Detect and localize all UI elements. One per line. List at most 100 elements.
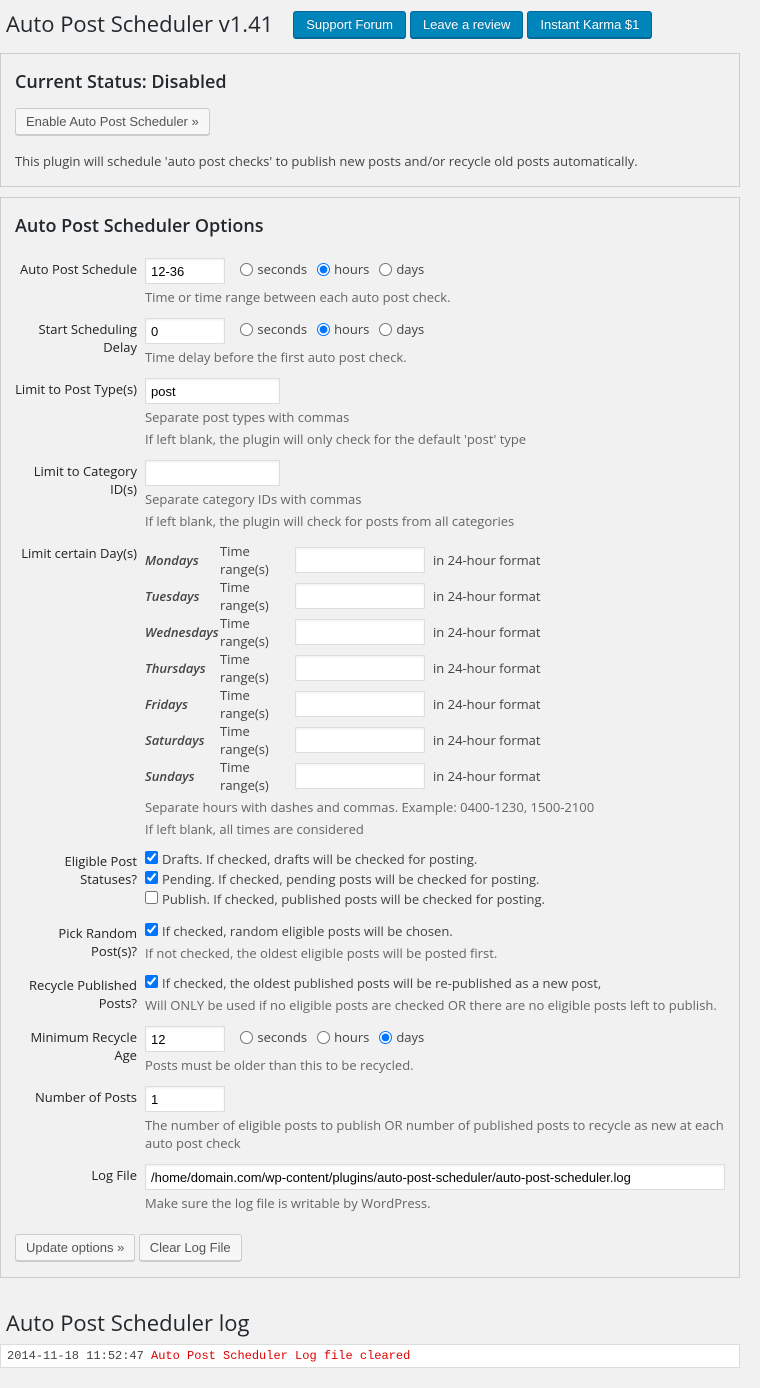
status-description: This plugin will schedule 'auto post che… [15,152,725,170]
days-desc2: If left blank, all times are considered [145,820,725,838]
delay-label: Start Scheduling Delay [15,312,145,372]
day-suffix: in 24-hour format [433,623,541,641]
post-types-desc1: Separate post types with commas [145,408,725,426]
delay-input[interactable] [145,318,225,344]
time-range-label: Time range(s) [220,686,295,722]
status-panel: Current Status: Disabled Enable Auto Pos… [0,53,740,187]
time-range-label: Time range(s) [220,614,295,650]
pending-checkbox[interactable] [145,871,158,884]
time-range-label: Time range(s) [220,542,295,578]
time-range-label: Time range(s) [220,758,295,794]
day-row: FridaysTime range(s) in 24-hour format [145,686,725,722]
day-time-input[interactable] [295,691,425,717]
day-suffix: in 24-hour format [433,695,541,713]
clear-log-button[interactable]: Clear Log File [139,1234,242,1261]
day-name: Wednesdays [145,623,220,641]
post-types-label: Limit to Post Type(s) [15,372,145,454]
delay-days-radio[interactable] [379,323,392,336]
instant-karma-button[interactable]: Instant Karma $1 [527,11,652,38]
categories-desc2: If left blank, the plugin will check for… [145,512,725,530]
post-types-input[interactable] [145,378,280,404]
status-heading: Current Status: Disabled [15,70,725,94]
day-name: Fridays [145,695,220,713]
publish-checkbox[interactable] [145,891,158,904]
delay-hours-radio[interactable] [317,323,330,336]
schedule-seconds-radio[interactable] [240,263,253,276]
random-text: If checked, random eligible posts will b… [162,922,453,940]
age-seconds-radio[interactable] [240,1031,253,1044]
day-suffix: in 24-hour format [433,731,541,749]
days-label: days [396,260,424,278]
day-time-input[interactable] [295,655,425,681]
random-desc: If not checked, the oldest eligible post… [145,944,725,962]
time-range-label: Time range(s) [220,650,295,686]
num-posts-desc: The number of eligible posts to publish … [145,1116,725,1152]
day-name: Thursdays [145,659,220,677]
day-name: Saturdays [145,731,220,749]
time-range-label: Time range(s) [220,578,295,614]
recycle-checkbox[interactable] [145,975,158,988]
days-desc1: Separate hours with dashes and commas. E… [145,798,725,816]
recycle-label: Recycle Published Posts? [15,968,145,1020]
update-options-button[interactable]: Update options » [15,1234,135,1261]
day-row: WednesdaysTime range(s) in 24-hour format [145,614,725,650]
delay-desc: Time delay before the first auto post ch… [145,348,725,366]
day-suffix: in 24-hour format [433,587,541,605]
log-heading: Auto Post Scheduler log [0,1308,740,1338]
day-time-input[interactable] [295,763,425,789]
day-row: SundaysTime range(s)in 24-hour format [145,758,725,794]
min-age-label: Minimum Recycle Age [15,1020,145,1080]
random-checkbox[interactable] [145,923,158,936]
drafts-checkbox[interactable] [145,851,158,864]
schedule-days-radio[interactable] [379,263,392,276]
day-row: TuesdaysTime range(s) in 24-hour format [145,578,725,614]
recycle-desc: Will ONLY be used if no eligible posts a… [145,996,725,1014]
day-time-input[interactable] [295,727,425,753]
publish-text: Publish. If checked, published posts wil… [162,890,545,908]
day-row: SaturdaysTime range(s) in 24-hour format [145,722,725,758]
day-suffix: in 24-hour format [433,659,541,677]
eligible-label: Eligible Post Statuses? [15,844,145,916]
day-name: Mondays [145,551,220,569]
day-time-input[interactable] [295,547,425,573]
random-label: Pick Random Post(s)? [15,916,145,968]
hours-label: hours [334,260,369,278]
categories-desc1: Separate category IDs with commas [145,490,725,508]
options-heading: Auto Post Scheduler Options [15,214,725,238]
logfile-input[interactable] [145,1164,725,1190]
logfile-label: Log File [15,1158,145,1218]
day-time-input[interactable] [295,583,425,609]
drafts-text: Drafts. If checked, drafts will be check… [162,850,477,868]
pending-text: Pending. If checked, pending posts will … [162,870,539,888]
seconds-label: seconds [257,260,307,278]
post-types-desc2: If left blank, the plugin will only chec… [145,430,725,448]
min-age-desc: Posts must be older than this to be recy… [145,1056,725,1074]
day-name: Tuesdays [145,587,220,605]
day-row: MondaysTime range(s) in 24-hour format [145,542,725,578]
schedule-hours-radio[interactable] [317,263,330,276]
day-time-input[interactable] [295,619,425,645]
min-age-input[interactable] [145,1026,225,1052]
day-name: Sundays [145,767,220,785]
time-range-label: Time range(s) [220,722,295,758]
options-panel: Auto Post Scheduler Options Auto Post Sc… [0,197,740,1278]
delay-seconds-radio[interactable] [240,323,253,336]
categories-input[interactable] [145,460,280,486]
support-forum-button[interactable]: Support Forum [293,11,406,38]
page-title: Auto Post Scheduler v1.41 [0,9,273,39]
schedule-input[interactable] [145,258,225,284]
leave-review-button[interactable]: Leave a review [410,11,523,38]
age-hours-radio[interactable] [317,1031,330,1044]
schedule-label: Auto Post Schedule [15,252,145,312]
num-posts-input[interactable] [145,1086,225,1112]
log-timestamp: 2014-11-18 11:52:47 [7,1349,144,1363]
age-days-radio[interactable] [379,1031,392,1044]
day-suffix: in 24-hour format [433,551,541,569]
num-posts-label: Number of Posts [15,1080,145,1158]
enable-scheduler-button[interactable]: Enable Auto Post Scheduler » [15,108,210,135]
recycle-text: If checked, the oldest published posts w… [162,974,601,992]
logfile-desc: Make sure the log file is writable by Wo… [145,1194,725,1212]
log-message: Auto Post Scheduler Log file cleared [151,1349,410,1363]
schedule-desc: Time or time range between each auto pos… [145,288,725,306]
categories-label: Limit to Category ID(s) [15,454,145,536]
